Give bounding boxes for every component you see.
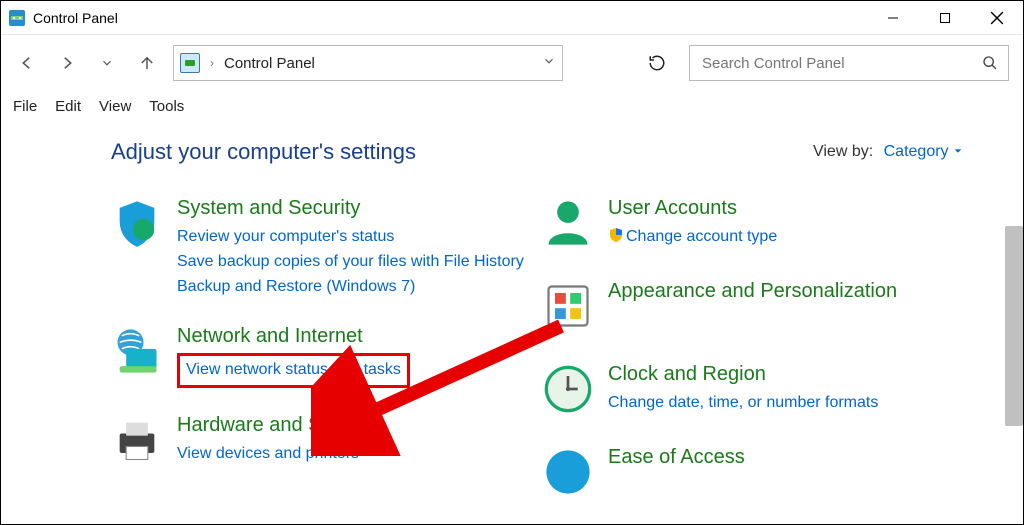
close-button[interactable]: [971, 1, 1023, 35]
view-by-dropdown[interactable]: Category: [884, 143, 963, 160]
category-hardware-sound: Hardware and Sound View devices and prin…: [111, 412, 532, 471]
appearance-icon: [542, 278, 594, 337]
control-panel-icon: [9, 10, 25, 26]
link-network-status[interactable]: View network status and tasks: [186, 361, 401, 378]
category-ease-of-access: Ease of Access: [542, 444, 963, 503]
category-appearance: Appearance and Personalization: [542, 278, 963, 337]
scrollbar-thumb[interactable]: [1005, 226, 1023, 426]
refresh-button[interactable]: [639, 45, 675, 81]
printer-icon: [111, 412, 163, 471]
address-dropdown[interactable]: [542, 54, 556, 73]
category-title[interactable]: Appearance and Personalization: [608, 278, 963, 304]
maximize-button[interactable]: [919, 1, 971, 35]
forward-button[interactable]: [49, 45, 85, 81]
menu-view[interactable]: View: [99, 98, 131, 115]
search-box[interactable]: [689, 45, 1009, 81]
category-system-security: System and Security Review your computer…: [111, 195, 532, 299]
titlebar: Control Panel: [1, 1, 1023, 35]
up-button[interactable]: [129, 45, 165, 81]
breadcrumb-item[interactable]: Control Panel: [224, 55, 315, 72]
category-title[interactable]: User Accounts: [608, 195, 963, 221]
menu-edit[interactable]: Edit: [55, 98, 81, 115]
link-change-date-time[interactable]: Change date, time, or number formats: [608, 394, 878, 411]
link-backup-restore[interactable]: Backup and Restore (Windows 7): [177, 278, 415, 295]
address-bar[interactable]: › Control Panel: [173, 45, 563, 81]
link-file-history[interactable]: Save backup copies of your files with Fi…: [177, 253, 524, 270]
category-title[interactable]: System and Security: [177, 195, 532, 221]
menubar: File Edit View Tools: [1, 91, 1023, 121]
page-title: Adjust your computer's settings: [111, 139, 416, 165]
category-title[interactable]: Network and Internet: [177, 323, 532, 349]
menu-tools[interactable]: Tools: [149, 98, 184, 115]
category-title[interactable]: Hardware and Sound: [177, 412, 532, 438]
search-input[interactable]: [700, 54, 982, 73]
link-review-status[interactable]: Review your computer's status: [177, 228, 394, 245]
ease-of-access-icon: [542, 444, 594, 503]
category-clock-region: Clock and Region Change date, time, or n…: [542, 361, 963, 420]
shield-icon: [111, 195, 163, 299]
category-title[interactable]: Clock and Region: [608, 361, 963, 387]
category-user-accounts: User Accounts Change account type: [542, 195, 963, 254]
menu-file[interactable]: File: [13, 98, 37, 115]
toolbar: › Control Panel: [1, 35, 1023, 91]
network-icon: [111, 323, 163, 388]
link-devices-printers[interactable]: View devices and printers: [177, 445, 359, 462]
back-button[interactable]: [9, 45, 45, 81]
uac-shield-icon: [608, 227, 624, 243]
breadcrumb-separator-icon: ›: [206, 56, 218, 70]
link-change-account-type[interactable]: Change account type: [626, 228, 777, 245]
recent-dropdown[interactable]: [89, 45, 125, 81]
category-title[interactable]: Ease of Access: [608, 444, 963, 470]
search-icon: [982, 55, 998, 71]
category-network-internet: Network and Internet View network status…: [111, 323, 532, 388]
clock-icon: [542, 361, 594, 420]
content-area: Adjust your computer's settings View by:…: [1, 121, 1023, 525]
minimize-button[interactable]: [867, 1, 919, 35]
view-by-label: View by:: [813, 143, 873, 160]
control-panel-path-icon: [180, 53, 200, 73]
view-by: View by: Category: [813, 143, 963, 161]
user-icon: [542, 195, 594, 254]
window-title: Control Panel: [33, 10, 118, 26]
window: Control Panel › Control Panel File Edit …: [0, 0, 1024, 525]
